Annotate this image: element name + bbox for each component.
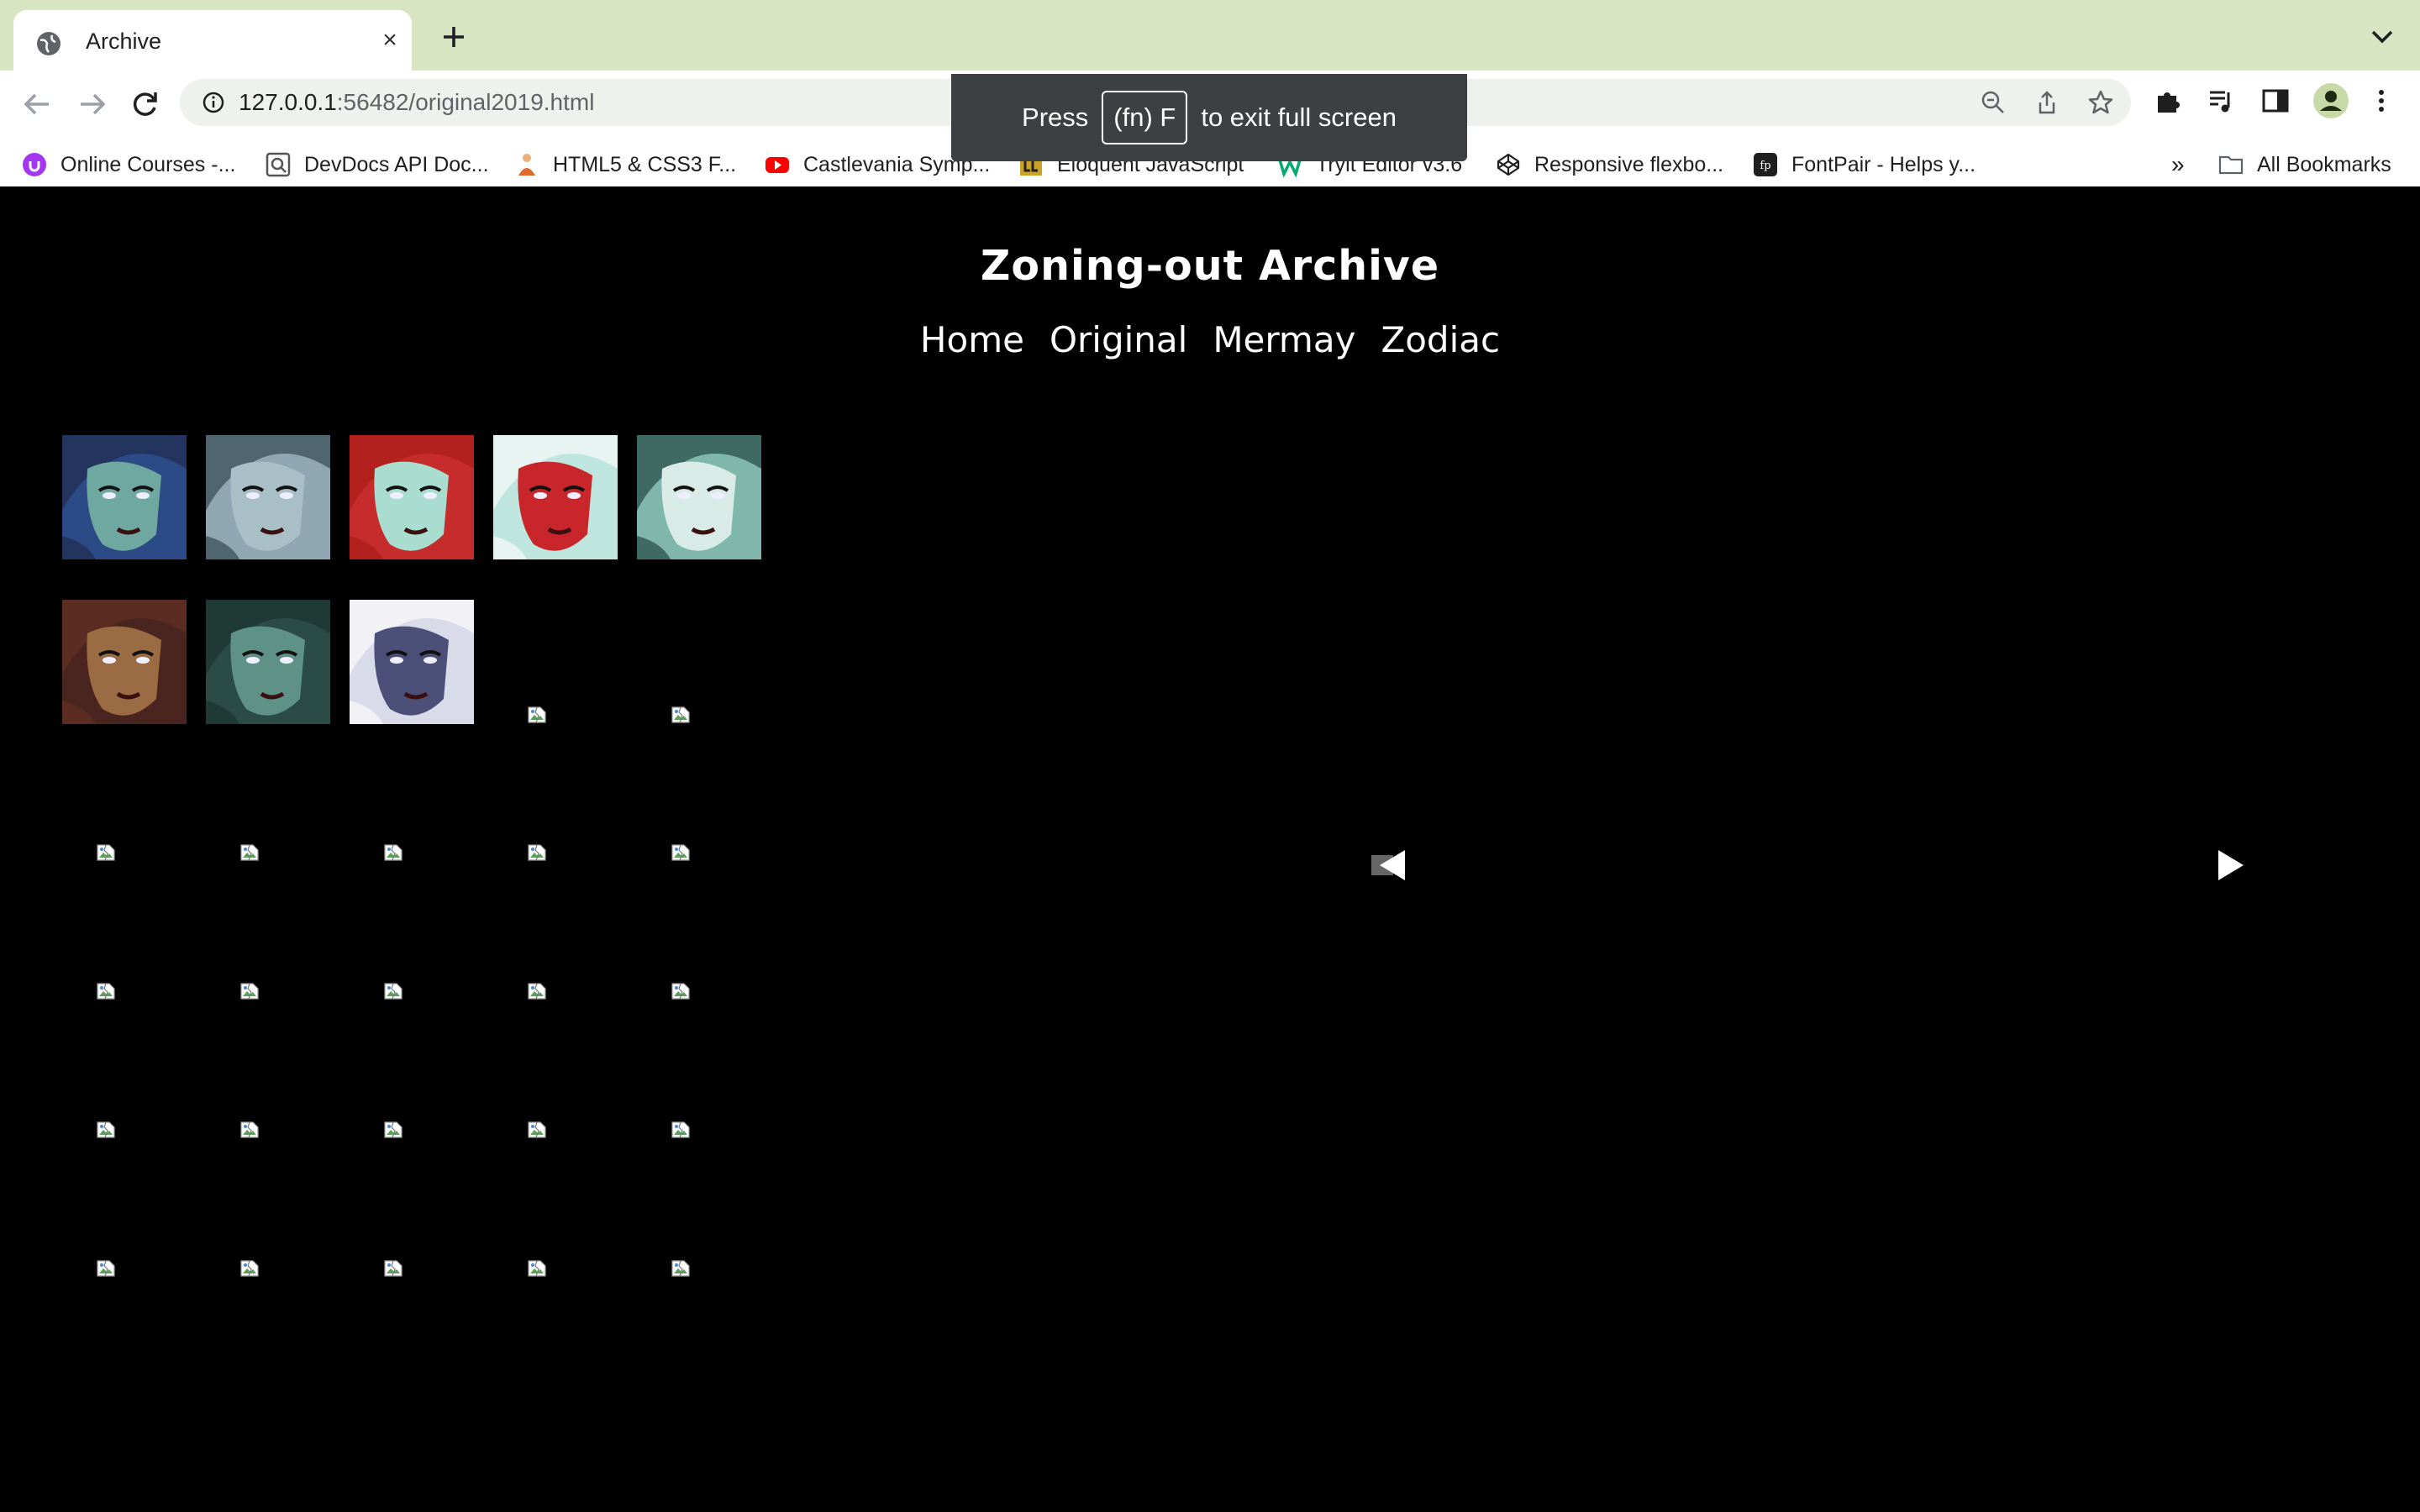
folder-icon [2218,155,2244,175]
nav-link-original[interactable]: Original [1050,319,1187,360]
broken-image-icon[interactable] [527,1259,547,1278]
broken-image-icon[interactable] [239,843,260,862]
bookmark-item[interactable]: DevDocs API Doc... [266,146,489,183]
extensions-puzzle-icon[interactable] [2153,86,2183,116]
site-nav: Home Original Mermay Zodiac [0,319,2420,360]
codepen-icon [1497,153,1520,176]
broken-image-icon[interactable] [527,843,547,862]
side-panel-icon[interactable] [2260,86,2291,116]
thumbnail-pale-woman-with-tiara[interactable] [637,435,761,559]
udemy-icon [23,153,46,176]
bookmark-label: DevDocs API Doc... [304,152,489,176]
broken-image-icon[interactable] [96,1259,116,1278]
url-path: :56482/original2019.html [336,89,595,115]
tab-title: Archive [86,29,162,54]
page-content: Zoning-out Archive Home Original Mermay … [0,186,2420,1512]
bookmark-label: FontPair - Helps y... [1791,152,1976,176]
bookmark-star-icon[interactable] [2087,89,2114,116]
kebab-menu-icon[interactable] [2371,86,2391,116]
reload-icon[interactable] [128,87,161,121]
broken-image-icon[interactable] [96,982,116,1000]
bookmark-item[interactable]: Online Courses -... [22,146,235,183]
youtube-icon [765,157,789,173]
html5-css3-icon [518,154,535,176]
thumbnail-white-haired-starry-woman[interactable] [350,600,474,724]
share-icon[interactable] [2033,89,2060,116]
broken-image-icon[interactable] [383,1259,403,1278]
broken-image-icon[interactable] [671,982,691,1000]
all-bookmarks-button[interactable]: All Bookmarks [2218,146,2391,183]
broken-image-icon[interactable] [383,843,403,862]
broken-image-icon[interactable] [383,982,403,1000]
broken-image-icon[interactable] [671,843,691,862]
bookmark-label: Responsive flexbo... [1534,152,1724,176]
broken-image-icon[interactable] [239,1259,260,1278]
toast-key: (fn) F [1102,91,1188,144]
nav-link-mermay[interactable]: Mermay [1213,319,1355,360]
broken-image-icon[interactable] [527,1121,547,1139]
toast-prefix: Press [1022,102,1089,132]
url-host: 127.0.0.1 [239,89,337,115]
browser-tab[interactable]: Archive × [13,10,412,71]
thumbnail-red-haired-woman[interactable] [350,435,474,559]
broken-image-icon[interactable] [671,1259,691,1278]
broken-image-icon[interactable] [671,1121,691,1139]
thumbnail-teal-elf-woman[interactable] [206,600,330,724]
broken-image-icon[interactable] [527,706,547,724]
fontpair-icon: fp [1754,153,1777,176]
thumbnail-freckled-brown-woman[interactable] [62,600,187,724]
bookmark-item[interactable]: Responsive flexbo... [1496,146,1723,183]
fullscreen-exit-toast: Press (fn) F to exit full screen [951,74,1467,161]
new-tab-plus-icon[interactable] [439,22,469,52]
close-tab-icon[interactable]: × [376,27,403,54]
media-controls-icon[interactable] [2207,86,2237,116]
site-title: Zoning-out Archive [980,242,1440,290]
back-arrow-icon[interactable] [20,87,54,121]
bookmark-label: HTML5 & CSS3 F... [553,152,737,176]
thumbnail-red-skinned-horned-woman[interactable] [493,435,618,559]
bookmark-item[interactable]: HTML5 & CSS3 F... [514,146,736,183]
broken-image-icon[interactable] [527,982,547,1000]
broken-image-icon[interactable] [96,843,116,862]
all-bookmarks-label: All Bookmarks [2257,152,2391,176]
url-text: 127.0.0.1:56482/original2019.html [239,89,594,116]
toast-suffix: to exit full screen [1201,102,1397,132]
bookmarks-overflow-chevron-icon[interactable]: » [2171,146,2185,183]
triangle-left-icon[interactable] [1370,845,1410,885]
thumbnail-blue-faced-woman-with-gem[interactable] [62,435,187,559]
chevron-down-icon[interactable] [2368,27,2396,47]
nav-link-zodiac[interactable]: Zodiac [1381,319,1500,360]
triangle-right-icon[interactable] [2210,845,2250,885]
broken-image-icon[interactable] [239,982,260,1000]
globe-icon [37,32,60,55]
browser-tab-strip: Archive × [0,0,2420,71]
forward-arrow-icon[interactable] [76,87,109,121]
thumbnail-gray-haired-woman[interactable] [206,435,330,559]
devdocs-icon [266,152,291,177]
broken-image-icon[interactable] [96,1121,116,1139]
bookmark-item[interactable]: fp FontPair - Helps y... [1753,146,1975,183]
site-info-icon[interactable] [202,91,225,114]
svg-text:fp: fp [1760,160,1770,172]
zoom-out-icon[interactable] [1980,89,2007,116]
nav-link-home[interactable]: Home [920,319,1024,360]
broken-image-icon[interactable] [383,1121,403,1139]
broken-image-icon[interactable] [239,1121,260,1139]
profile-avatar-icon[interactable] [2312,82,2349,119]
broken-image-icon[interactable] [671,706,691,724]
bookmark-label: Online Courses -... [60,152,236,176]
